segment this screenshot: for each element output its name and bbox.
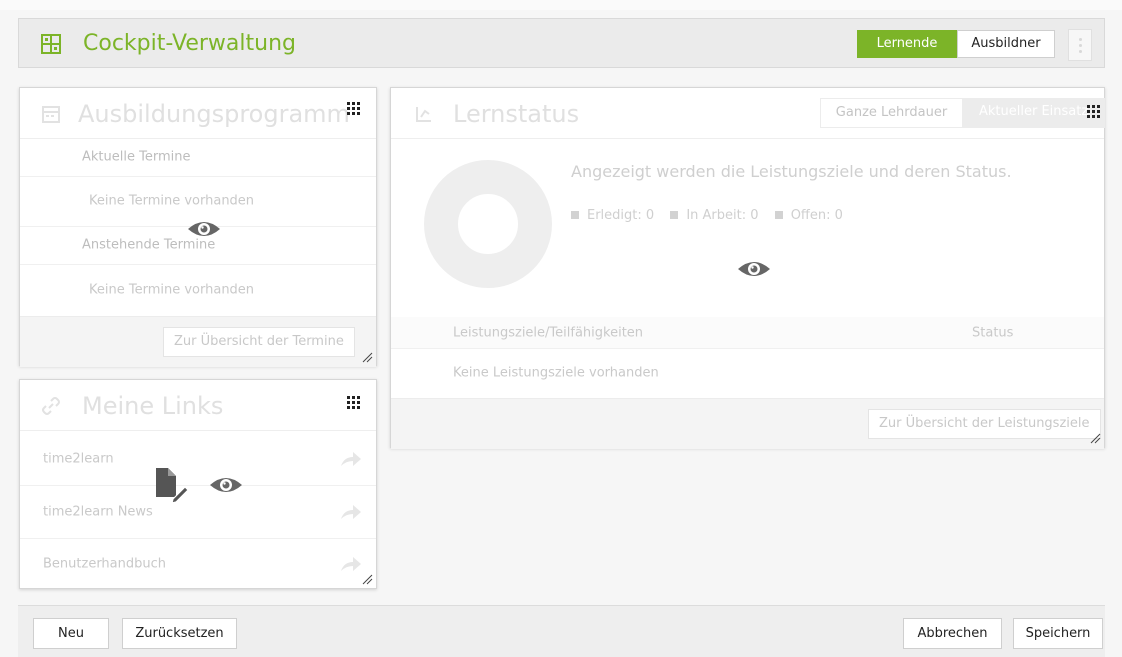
legend-label: Erledigt:	[587, 208, 642, 223]
leistungsziele-overview-button[interactable]: Zur Übersicht der Leistungsziele	[868, 409, 1101, 439]
link-item[interactable]: Benutzerhandbuch	[20, 538, 376, 590]
drag-grid-icon[interactable]	[1087, 105, 1101, 119]
legend-square-icon	[571, 211, 579, 219]
legend-value: 0	[750, 208, 759, 223]
visibility-eye-icon[interactable]	[209, 474, 243, 496]
visibility-eye-icon[interactable]	[187, 218, 221, 240]
link-item[interactable]: time2learn News	[20, 485, 376, 539]
termine-overview-button[interactable]: Zur Übersicht der Termine	[163, 327, 355, 357]
cancel-button[interactable]: Abbrechen	[903, 618, 1002, 649]
goals-table-header: Leistungsziele/Teilfähigkeiten Status	[391, 317, 1104, 349]
tab-aktueller-einsatz[interactable]: Aktueller Einsatz	[963, 98, 1105, 128]
legend-label: In Arbeit:	[686, 208, 747, 223]
toggle-lernende-button[interactable]: Lernende	[857, 30, 957, 58]
save-button[interactable]: Speichern	[1013, 618, 1103, 649]
widget-title: Meine Links	[82, 392, 224, 420]
reset-button[interactable]: Zurücksetzen	[122, 618, 237, 649]
widget-title: Lernstatus	[453, 100, 580, 128]
chart-pie-icon	[416, 107, 431, 122]
lernstatus-description: Angezeigt werden die Leistungsziele und …	[571, 162, 1012, 181]
tab-ganze-lehrdauer[interactable]: Ganze Lehrdauer	[820, 98, 963, 128]
kebab-dot-icon	[1079, 38, 1082, 41]
kebab-dot-icon	[1079, 44, 1082, 47]
resize-handle-icon[interactable]	[361, 351, 373, 363]
column-header-goals: Leistungsziele/Teilfähigkeiten	[453, 325, 644, 340]
widget-footer: Zur Übersicht der Termine	[20, 316, 376, 367]
share-arrow-icon[interactable]	[340, 504, 362, 520]
legend-value: 0	[645, 208, 655, 223]
resize-handle-icon[interactable]	[361, 573, 373, 585]
more-options-button[interactable]	[1068, 29, 1092, 61]
link-icon	[42, 397, 60, 415]
legend-square-icon	[774, 211, 783, 219]
meine-links-widget: Meine Links time2learn time2learn News B…	[19, 379, 377, 589]
column-header-status: Status	[972, 325, 1014, 340]
widget-header: Meine Links	[20, 380, 376, 431]
widget-header: Ausbildungsprogramm	[20, 88, 376, 139]
widget-footer: Zur Übersicht der Leistungsziele	[391, 398, 1104, 449]
page-title: Cockpit-Verwaltung	[83, 31, 296, 56]
edit-document-icon[interactable]	[155, 467, 189, 503]
top-edge	[0, 0, 1122, 10]
share-arrow-icon[interactable]	[340, 451, 362, 467]
drag-grid-icon[interactable]	[347, 102, 361, 116]
resize-handle-icon[interactable]	[1089, 432, 1101, 444]
section-header: Aktuelle Termine	[20, 138, 376, 177]
dashboard-icon	[41, 34, 61, 54]
share-arrow-icon[interactable]	[340, 556, 362, 572]
link-item[interactable]: time2learn	[20, 432, 376, 486]
new-button[interactable]: Neu	[33, 618, 109, 649]
toggle-ausbildner-button[interactable]: Ausbildner	[957, 30, 1055, 58]
empty-message: Keine Leistungsziele vorhanden	[391, 348, 1104, 399]
widget-header: Lernstatus Ganze Lehrdauer Aktueller Ein…	[391, 88, 1105, 139]
status-legend: Erledigt: 0 In Arbeit: 0 Offen: 0	[571, 208, 843, 223]
widget-title: Ausbildungsprogramm	[78, 100, 350, 128]
empty-message: Keine Termine vorhanden	[20, 264, 376, 317]
legend-value: 0	[834, 208, 843, 223]
kebab-dot-icon	[1079, 50, 1082, 53]
legend-label: Offen:	[790, 208, 831, 223]
legend-square-icon	[670, 211, 679, 219]
visibility-eye-icon[interactable]	[737, 258, 771, 280]
drag-grid-icon[interactable]	[347, 396, 361, 410]
calendar-icon	[42, 106, 60, 123]
status-donut-chart	[424, 160, 552, 288]
action-bar: Neu Zurücksetzen Abbrechen Speichern	[18, 605, 1105, 657]
